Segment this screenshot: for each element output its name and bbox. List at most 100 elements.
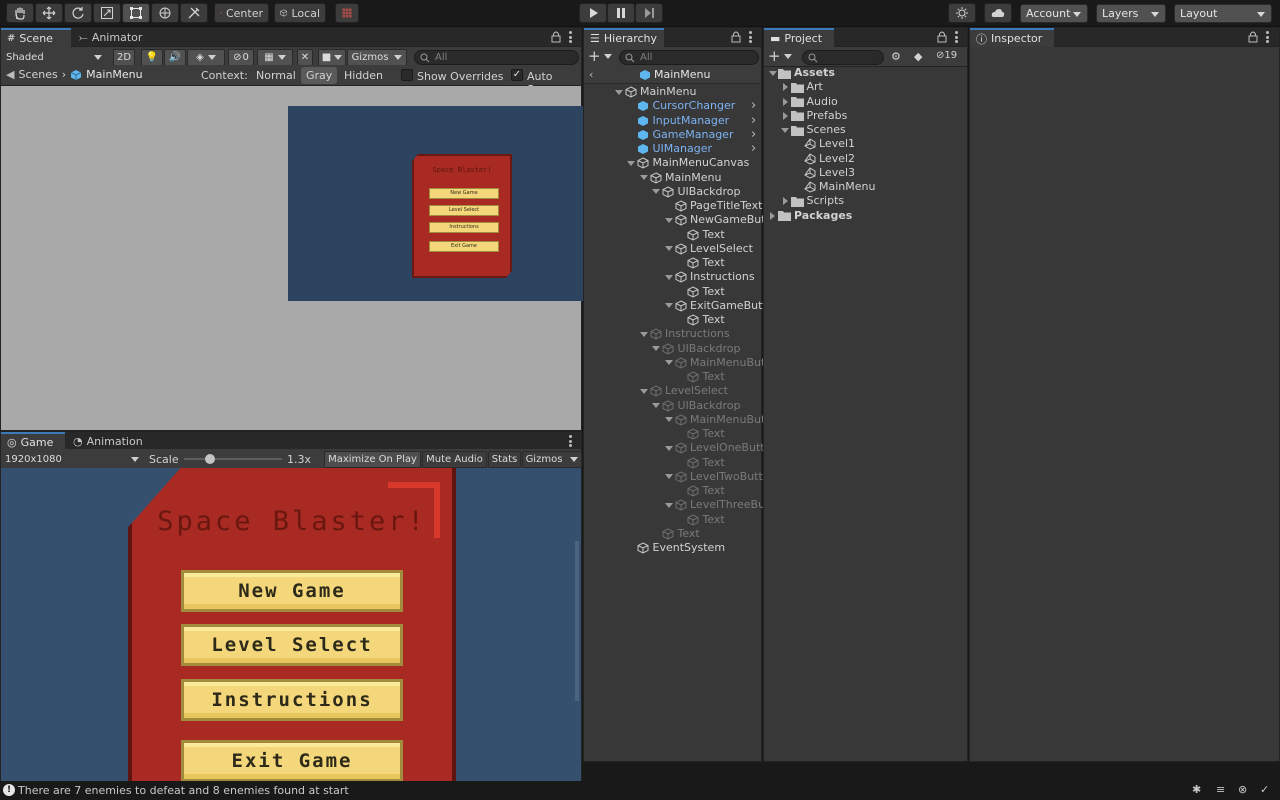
fold-open-icon[interactable] <box>663 215 674 226</box>
gizmos-dropdown[interactable]: Gizmos <box>347 49 407 66</box>
project-folder[interactable]: Audio <box>764 95 838 109</box>
hierarchy-item[interactable]: MainMenuBut <box>584 356 765 370</box>
mute-audio-button[interactable]: Mute Audio <box>422 451 487 468</box>
stack-icon[interactable]: ≡ <box>1216 783 1225 796</box>
hierarchy-item[interactable]: CursorChanger › <box>584 99 756 113</box>
scene-viewport[interactable]: Space Blaster! New Game Level Select Ins… <box>1 86 583 430</box>
hierarchy-item[interactable]: Instructions <box>584 327 730 341</box>
inspector-lock-icon[interactable] <box>1248 30 1258 43</box>
fold-closed-icon[interactable] <box>767 210 778 221</box>
project-scene-asset[interactable]: Level3 <box>764 166 855 180</box>
hierarchy-item[interactable]: GameManager › <box>584 127 756 142</box>
fold-open-icon[interactable] <box>651 400 662 411</box>
fold-open-icon[interactable] <box>663 443 674 454</box>
game-viewport[interactable]: Space Blaster! New Game Level Select Ins… <box>1 468 581 781</box>
project-folder[interactable]: Art <box>764 80 823 94</box>
hierarchy-item[interactable]: Text <box>584 256 725 270</box>
tab-scene[interactable]: # Scene <box>1 28 71 47</box>
hierarchy-item[interactable]: LevelTwoButt <box>584 470 763 484</box>
new-game-button[interactable]: New Game <box>181 570 403 612</box>
tools-toggle[interactable]: ✕ <box>297 49 313 66</box>
lighting-toggle[interactable]: 💡 <box>141 49 163 66</box>
hierarchy-item[interactable]: MainMenu <box>584 85 696 99</box>
maximize-on-play-button[interactable]: Maximize On Play <box>324 451 421 468</box>
play-button[interactable] <box>579 3 607 23</box>
project-more-icon[interactable] <box>955 31 958 43</box>
context-hidden[interactable]: Hidden <box>344 69 383 82</box>
hierarchy-item[interactable]: Text <box>584 313 725 327</box>
hierarchy-item[interactable]: NewGameBut <box>584 213 766 227</box>
exit-game-button[interactable]: Exit Game <box>181 740 403 781</box>
hierarchy-item[interactable]: MainMenu <box>584 171 721 185</box>
resolution-dropdown[interactable]: 1920x1080 <box>1 451 143 468</box>
debug-bug-icon[interactable]: ✱ <box>1192 783 1201 796</box>
context-normal[interactable]: Normal <box>256 69 296 82</box>
tab-hierarchy[interactable]: ☰ Hierarchy <box>584 28 664 47</box>
hierarchy-item[interactable]: Text <box>584 484 725 498</box>
hierarchy-item[interactable]: ExitGameButto <box>584 299 773 313</box>
project-folder[interactable]: Packages <box>764 209 852 223</box>
hierarchy-item[interactable]: LevelSelect <box>584 242 753 256</box>
effects-dropdown[interactable]: ◈ <box>187 49 225 66</box>
hierarchy-item[interactable]: Text <box>584 513 725 527</box>
fold-open-icon[interactable] <box>626 158 637 169</box>
fold-open-icon[interactable] <box>638 386 649 397</box>
fold-open-icon[interactable] <box>663 243 674 254</box>
status-message[interactable]: There are 7 enemies to defeat and 8 enem… <box>18 784 349 797</box>
type-filter-icon[interactable]: ⚙ <box>891 50 901 63</box>
hierarchy-item[interactable]: Text <box>584 285 725 299</box>
open-prefab-arrow-icon[interactable]: › <box>751 99 756 113</box>
scale-slider-thumb[interactable] <box>205 454 215 464</box>
hierarchy-search-input[interactable]: All <box>619 50 759 65</box>
label-filter-icon[interactable]: ◆ <box>914 50 922 63</box>
game-more-menu-icon[interactable] <box>569 435 572 447</box>
scale-tool-icon[interactable] <box>93 3 121 23</box>
transform-tool-icon[interactable] <box>151 3 179 23</box>
inspector-more-icon[interactable] <box>1266 31 1269 43</box>
project-scene-asset[interactable]: Level2 <box>764 152 855 166</box>
game-gizmos-dropdown[interactable]: Gizmos <box>522 451 582 468</box>
fold-open-icon[interactable] <box>663 300 674 311</box>
tab-inspector[interactable]: ⓘ Inspector <box>970 28 1054 47</box>
hand-tool-icon[interactable] <box>6 3 34 23</box>
hidden-packages-toggle[interactable]: ⊘19 <box>936 50 957 61</box>
tab-project[interactable]: ▬ Project <box>764 28 834 47</box>
project-lock-icon[interactable] <box>937 30 947 43</box>
hierarchy-item[interactable]: MainMenuBut <box>584 413 765 427</box>
grid-snap-icon[interactable] <box>335 3 359 23</box>
project-search-input[interactable] <box>802 50 884 65</box>
fold-open-icon[interactable] <box>780 125 791 136</box>
layout-dropdown[interactable]: Layout <box>1174 4 1272 23</box>
fold-closed-icon[interactable] <box>780 82 791 93</box>
pause-button[interactable] <box>607 3 635 23</box>
fold-open-icon[interactable] <box>638 172 649 183</box>
auto-save-checkbox[interactable]: ✓ <box>511 69 523 81</box>
project-folder[interactable]: Assets <box>764 66 835 80</box>
hierarchy-item[interactable]: UIBackdrop <box>584 342 740 356</box>
fold-open-icon[interactable] <box>613 87 624 98</box>
breadcrumb-root[interactable]: Scenes <box>18 68 57 81</box>
fold-open-icon[interactable] <box>651 343 662 354</box>
open-prefab-arrow-icon[interactable]: › <box>751 113 756 128</box>
hierarchy-item[interactable]: LevelThreeBu <box>584 498 765 512</box>
hidden-objects-toggle[interactable]: ⊘ 0 <box>228 49 254 66</box>
project-scene-asset[interactable]: MainMenu <box>764 180 875 194</box>
back-chevron-icon[interactable]: ‹ <box>589 68 593 81</box>
instructions-button[interactable]: Instructions <box>181 679 403 721</box>
hierarchy-item[interactable]: UIBackdrop <box>584 399 740 413</box>
hierarchy-lock-icon[interactable] <box>731 30 741 43</box>
rect-tool-icon[interactable] <box>122 3 150 23</box>
open-prefab-arrow-icon[interactable]: › <box>751 142 756 156</box>
hierarchy-add-dropdown[interactable]: + <box>588 49 612 64</box>
fold-open-icon[interactable] <box>663 272 674 283</box>
hierarchy-item[interactable]: Text <box>584 456 725 470</box>
hierarchy-item[interactable]: Text <box>584 370 725 384</box>
breadcrumb-current[interactable]: MainMenu <box>86 68 142 81</box>
hierarchy-item[interactable]: Text <box>584 228 725 242</box>
level-select-button[interactable]: Level Select <box>181 624 403 666</box>
project-folder[interactable]: Prefabs <box>764 109 847 123</box>
project-add-dropdown[interactable]: + <box>768 49 792 64</box>
open-prefab-arrow-icon[interactable]: › <box>751 127 756 142</box>
hierarchy-item[interactable]: EventSystem <box>584 541 725 555</box>
fold-open-icon[interactable] <box>767 68 778 79</box>
